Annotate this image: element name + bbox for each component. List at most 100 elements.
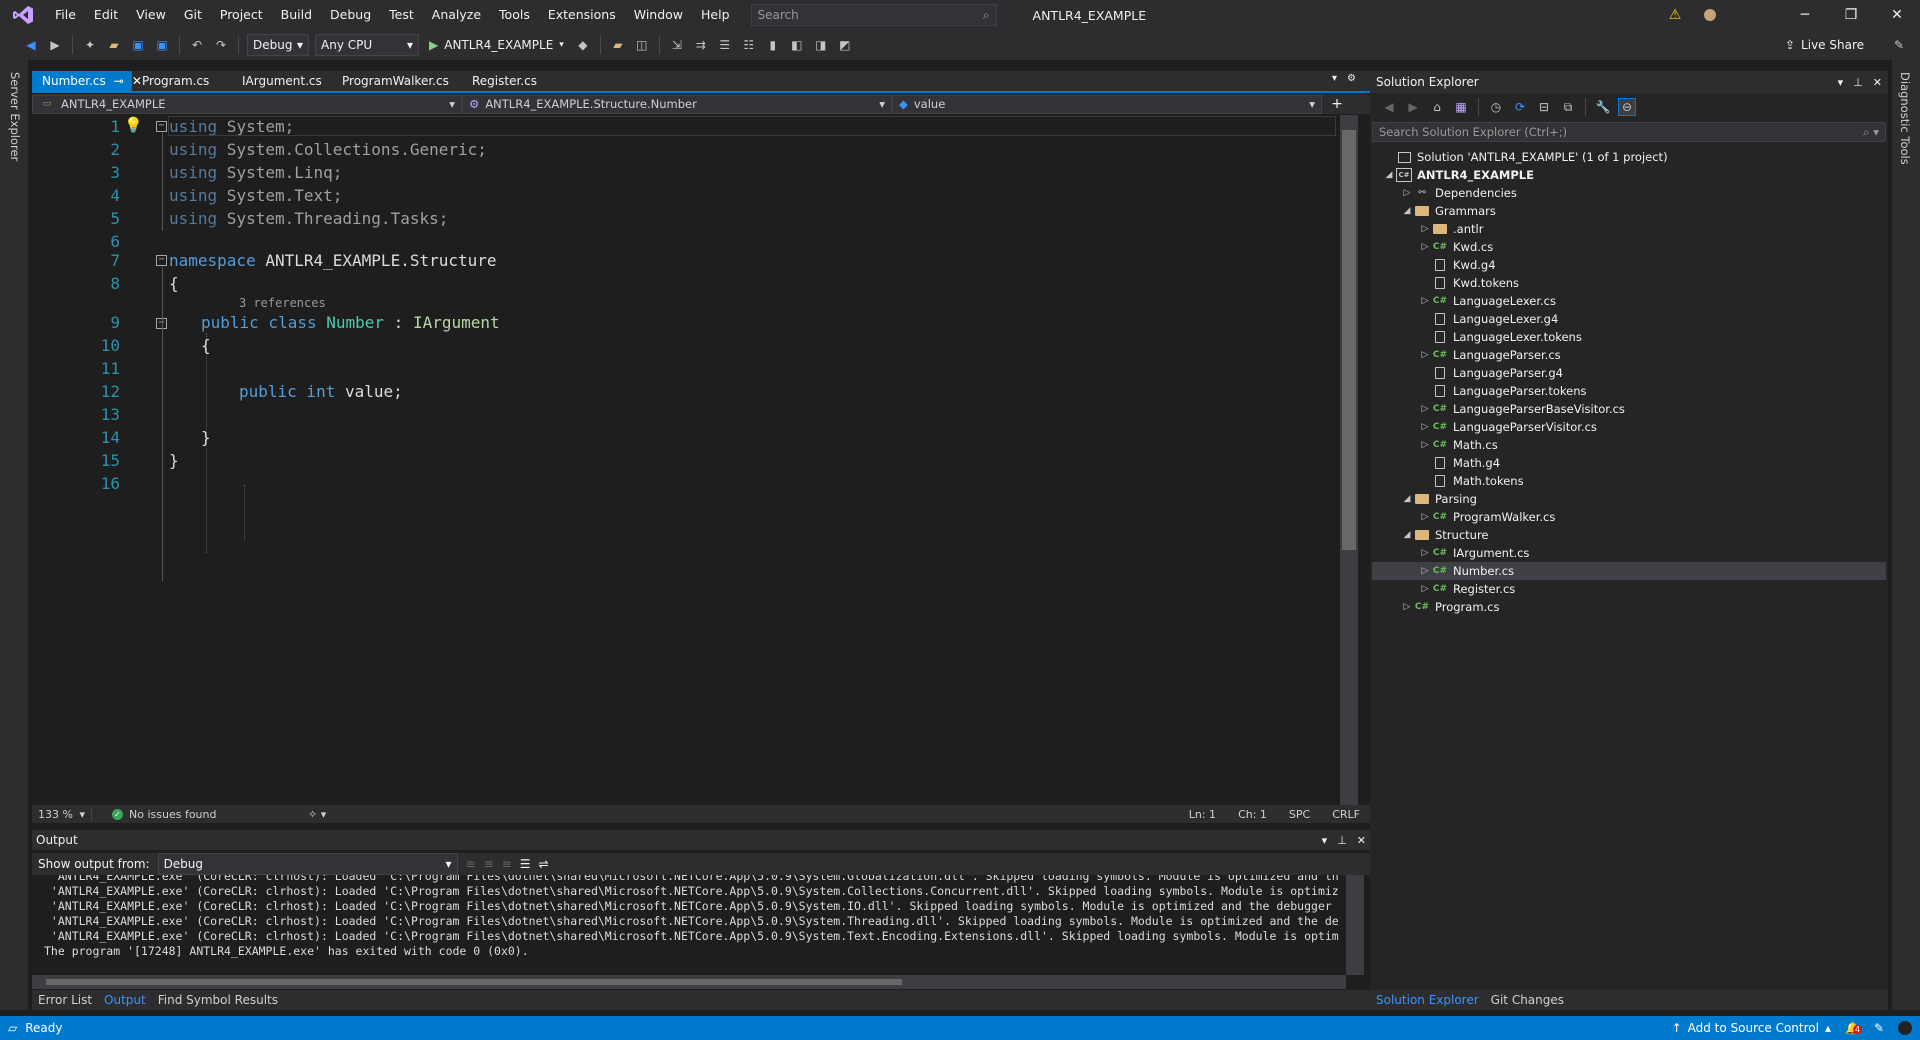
collapsed-icon[interactable]: ▷ bbox=[1418, 440, 1432, 450]
find-next-icon[interactable]: ≡ bbox=[484, 857, 494, 871]
collapse-all-icon[interactable]: ⊟ bbox=[1535, 98, 1553, 116]
menu-git[interactable]: Git bbox=[175, 0, 211, 30]
tab-solution-explorer[interactable]: Solution Explorer bbox=[1370, 993, 1485, 1007]
maximize-button[interactable]: ❐ bbox=[1828, 0, 1874, 30]
menu-project[interactable]: Project bbox=[211, 0, 272, 30]
start-debugging-button[interactable]: ▶ ANTLR4_EXAMPLE ▾ bbox=[425, 38, 568, 52]
tree-item[interactable]: ▷ C# Kwd.cs bbox=[1372, 238, 1886, 256]
tree-item[interactable]: Math.tokens bbox=[1372, 472, 1886, 490]
settings-icon[interactable]: ⚙ bbox=[1347, 73, 1356, 84]
diagnostic-tools-tab[interactable]: Diagnostic Tools bbox=[1898, 72, 1912, 165]
next-bookmark-icon[interactable]: ◨ bbox=[812, 36, 830, 54]
tree-item[interactable]: Math.g4 bbox=[1372, 454, 1886, 472]
tree-item[interactable]: ▷ C# Register.cs bbox=[1372, 580, 1886, 598]
pin-icon[interactable]: ⊥ bbox=[1337, 834, 1347, 847]
tab-find-symbol-results[interactable]: Find Symbol Results bbox=[152, 993, 284, 1007]
tree-item[interactable]: ▷ .antlr bbox=[1372, 220, 1886, 238]
output-scroll-thumb[interactable] bbox=[46, 979, 902, 985]
tree-item[interactable]: ▷ C# Number.cs bbox=[1372, 562, 1886, 580]
menu-tools[interactable]: Tools bbox=[490, 0, 539, 30]
collapsed-icon[interactable]: ▷ bbox=[1418, 350, 1432, 360]
whitespace-indicator[interactable]: SPC bbox=[1289, 808, 1310, 821]
tab-iargument-cs[interactable]: IArgument.cs bbox=[232, 71, 332, 91]
tree-item[interactable]: ▷ C# LanguageParser.cs bbox=[1372, 346, 1886, 364]
tree-item[interactable]: ◢ Grammars bbox=[1372, 202, 1886, 220]
menu-test[interactable]: Test bbox=[380, 0, 423, 30]
tree-item[interactable]: LanguageLexer.tokens bbox=[1372, 328, 1886, 346]
tree-item[interactable]: ▷ ⚯ Dependencies bbox=[1372, 184, 1886, 202]
menu-file[interactable]: File bbox=[46, 0, 85, 30]
tab-programwalker-cs[interactable]: ProgramWalker.cs bbox=[332, 71, 462, 91]
menu-window[interactable]: Window bbox=[625, 0, 692, 30]
minimize-button[interactable]: ─ bbox=[1782, 0, 1828, 30]
show-all-files-icon[interactable]: ⧉ bbox=[1559, 98, 1577, 116]
collapsed-icon[interactable]: ▷ bbox=[1418, 512, 1432, 522]
comment-icon[interactable]: ☰ bbox=[716, 36, 734, 54]
codelens-references[interactable]: 3 references bbox=[239, 296, 326, 310]
collapsed-icon[interactable]: ▷ bbox=[1418, 422, 1432, 432]
tab-git-changes[interactable]: Git Changes bbox=[1485, 993, 1570, 1007]
bookmark-icon[interactable]: ▮ bbox=[764, 36, 782, 54]
code-cleanup-icon[interactable]: ✧ ▾ bbox=[292, 808, 326, 821]
save-icon[interactable]: ▣ bbox=[129, 36, 147, 54]
column-indicator[interactable]: Ch: 1 bbox=[1238, 808, 1267, 821]
collapse-icon[interactable]: − bbox=[156, 121, 167, 132]
configuration-dropdown[interactable]: Debug ▾ bbox=[247, 34, 309, 56]
tab-program-cs[interactable]: Program.cs bbox=[132, 71, 232, 91]
collapsed-icon[interactable]: ▷ bbox=[1418, 566, 1432, 576]
solution-explorer-search[interactable]: Search Solution Explorer (Ctrl+;) ⌕ ▾ bbox=[1372, 122, 1886, 142]
collapsed-icon[interactable]: ▷ bbox=[1400, 602, 1414, 612]
account-avatar[interactable] bbox=[1898, 1021, 1912, 1035]
expanded-icon[interactable]: ◢ bbox=[1400, 206, 1414, 216]
tab-number-cs[interactable]: Number.cs ⊸ ✕ bbox=[32, 71, 142, 91]
tree-item[interactable]: Solution 'ANTLR4_EXAMPLE' (1 of 1 projec… bbox=[1372, 148, 1886, 166]
pending-changes-filter-icon[interactable]: ◷ bbox=[1487, 98, 1505, 116]
properties-icon[interactable]: 🔧 bbox=[1594, 98, 1612, 116]
back-icon[interactable]: ◀ bbox=[22, 36, 40, 54]
tree-item[interactable]: Kwd.g4 bbox=[1372, 256, 1886, 274]
feedback-icon[interactable]: ✎ bbox=[1890, 36, 1908, 54]
pin-icon[interactable]: ⊥ bbox=[1853, 76, 1863, 89]
fire-icon[interactable]: ◆ bbox=[574, 36, 592, 54]
add-to-source-control-button[interactable]: ↑ Add to Source Control ▴ bbox=[1672, 1021, 1831, 1035]
type-dropdown[interactable]: ⚙ ANTLR4_EXAMPLE.Structure.Number ▾ bbox=[462, 94, 892, 114]
tree-item[interactable]: ◢ Parsing bbox=[1372, 490, 1886, 508]
menu-debug[interactable]: Debug bbox=[321, 0, 380, 30]
forward-icon[interactable]: ▶ bbox=[1404, 98, 1422, 116]
output-text[interactable]: 'ANTLR4_EXAMPLE.exe' (CoreCLR: clrhost):… bbox=[32, 875, 1346, 973]
tree-item[interactable]: LanguageLexer.g4 bbox=[1372, 310, 1886, 328]
tree-item[interactable]: ▷ C# IArgument.cs bbox=[1372, 544, 1886, 562]
editor-scroll-thumb[interactable] bbox=[1342, 130, 1356, 550]
new-project-icon[interactable]: ✦ bbox=[81, 36, 99, 54]
word-wrap-icon[interactable]: ⇌ bbox=[539, 857, 549, 871]
tab-list-dropdown-icon[interactable]: ▾ bbox=[1332, 73, 1337, 84]
expanded-icon[interactable]: ◢ bbox=[1382, 170, 1396, 180]
live-share-button[interactable]: ⇪ Live Share bbox=[1785, 38, 1864, 52]
output-vertical-scrollbar[interactable] bbox=[1346, 875, 1364, 975]
pin-icon[interactable]: ⊸ bbox=[114, 74, 124, 88]
tree-item[interactable]: ▷ C# Program.cs bbox=[1372, 598, 1886, 616]
collapsed-icon[interactable]: ▷ bbox=[1418, 548, 1432, 558]
zoom-dropdown[interactable]: 133 % ▾ bbox=[32, 807, 92, 821]
lightbulb-icon[interactable]: 💡 bbox=[124, 116, 143, 134]
close-button[interactable]: ✕ bbox=[1874, 0, 1920, 30]
tree-item[interactable]: ◢ C# ANTLR4_EXAMPLE bbox=[1372, 166, 1886, 184]
visual-studio-logo-icon[interactable] bbox=[0, 0, 46, 30]
collapsed-icon[interactable]: ▷ bbox=[1418, 224, 1432, 234]
tree-item[interactable]: ▷ C# LanguageParserVisitor.cs bbox=[1372, 418, 1886, 436]
tree-item[interactable]: ◢ Structure bbox=[1372, 526, 1886, 544]
platform-dropdown[interactable]: Any CPU ▾ bbox=[315, 34, 419, 56]
warning-icon[interactable]: ⚠ bbox=[1652, 0, 1698, 30]
notifications-button[interactable]: 🔔 4 bbox=[1845, 1021, 1863, 1035]
collapsed-icon[interactable]: ▷ bbox=[1400, 188, 1414, 198]
redo-icon[interactable]: ↷ bbox=[212, 36, 230, 54]
forward-icon[interactable]: ▶ bbox=[46, 36, 64, 54]
collapse-icon[interactable]: − bbox=[156, 255, 167, 266]
project-dropdown[interactable]: ▭ ANTLR4_EXAMPLE ▾ bbox=[32, 94, 462, 114]
code-editor[interactable]: 1 2 3 4 5 6 7 8 9 10 11 12 13 14 15 16 💡 − − − using Sy… bbox=[32, 115, 1340, 805]
screenshot-icon[interactable]: ◫ bbox=[633, 36, 651, 54]
home-icon[interactable]: ⌂ bbox=[1428, 98, 1446, 116]
browse-folder-icon[interactable]: ▰ bbox=[609, 36, 627, 54]
clear-bookmarks-icon[interactable]: ◩ bbox=[836, 36, 854, 54]
step-into-icon[interactable]: ⇲ bbox=[668, 36, 686, 54]
